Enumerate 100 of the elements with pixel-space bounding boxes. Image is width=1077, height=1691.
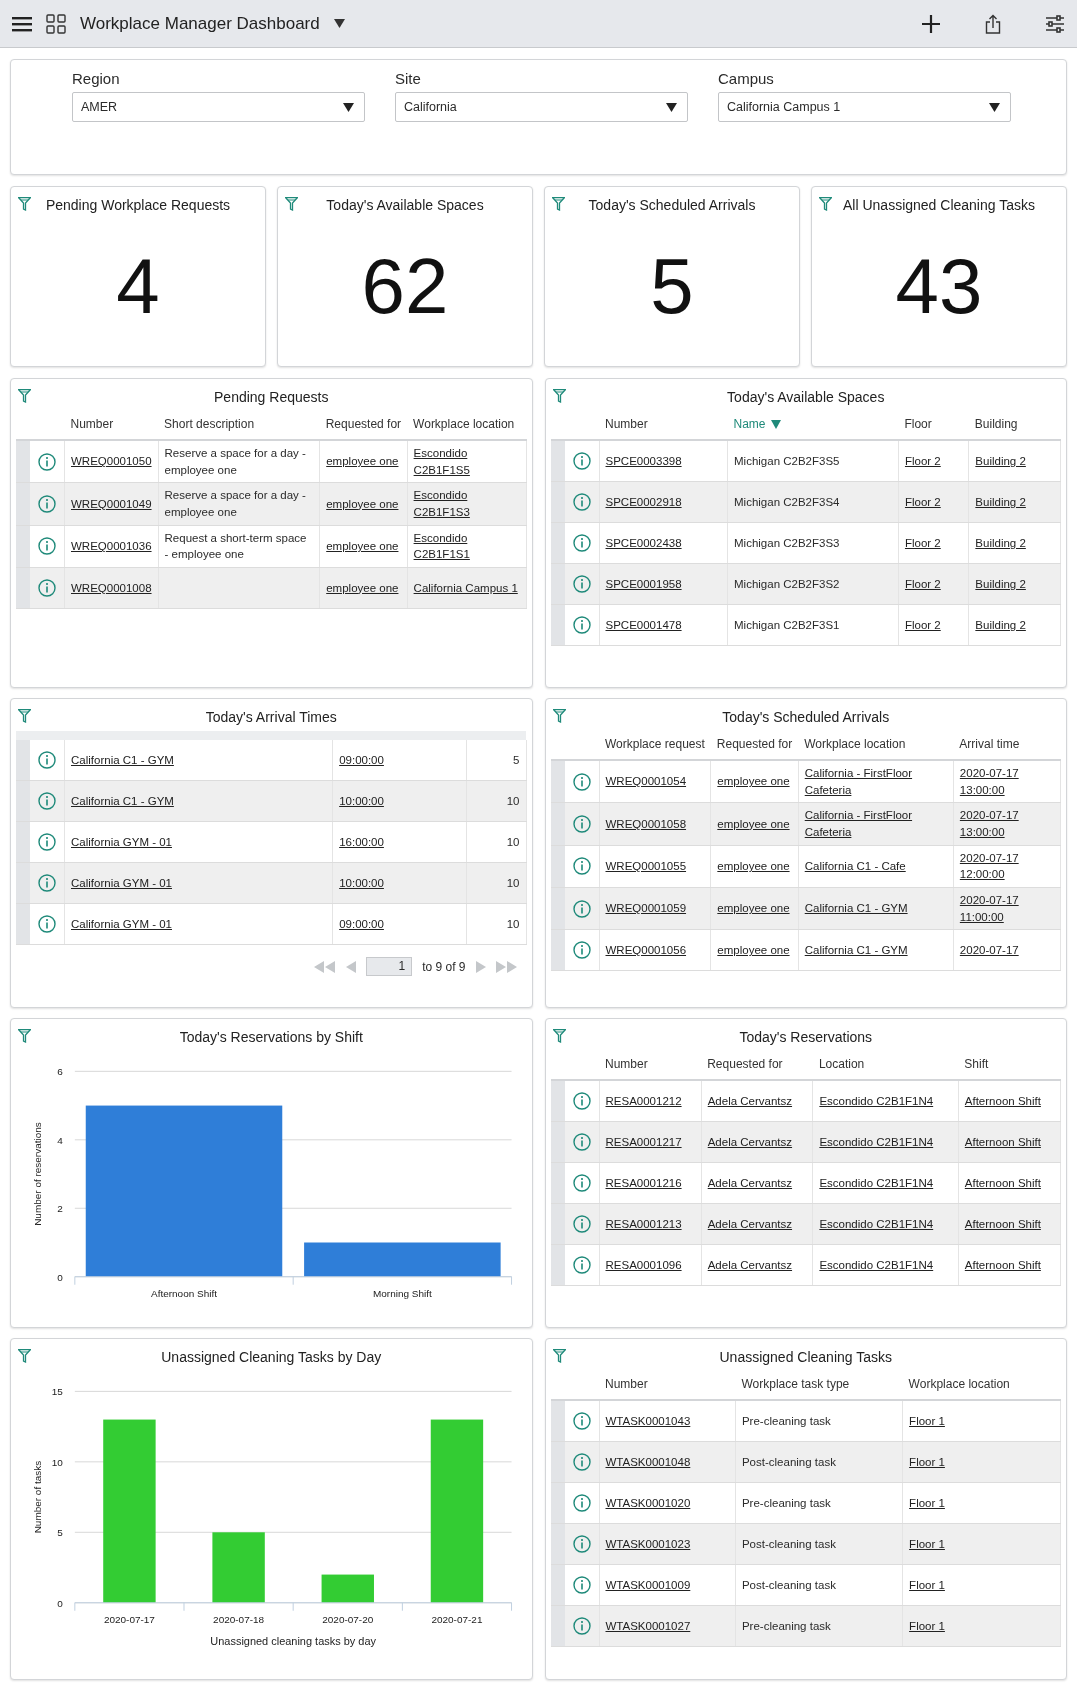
- bar[interactable]: [304, 1242, 501, 1277]
- table-link[interactable]: RESA0001216: [605, 1174, 682, 1192]
- filter-icon[interactable]: [552, 1029, 566, 1043]
- table-row[interactable]: California GYM - 01 09:00:00 10: [16, 903, 526, 945]
- filter-icon[interactable]: [18, 1349, 31, 1363]
- page-field[interactable]: 1: [366, 957, 413, 976]
- table-row[interactable]: WTASK0001009 Post-cleaning task Floor 1: [550, 1564, 1061, 1606]
- table-row[interactable]: SPCE0002438 Michigan C2B2F3S3 Floor 2 Building 2: [550, 522, 1061, 564]
- table-link[interactable]: Escondido C2B1F1N4: [819, 1092, 934, 1110]
- column-header[interactable]: Number: [605, 1377, 648, 1391]
- table-row[interactable]: WREQ0001050 Reserve a space for a day - employee one employee one Escondido C2B1F1S5: [16, 440, 526, 483]
- grid-icon[interactable]: [46, 13, 66, 34]
- table-link[interactable]: WREQ0001036: [71, 538, 152, 555]
- table-link[interactable]: Adela Cervantsz: [707, 1092, 793, 1110]
- dropdown-field[interactable]: California Campus 1: [718, 92, 1011, 122]
- table-link[interactable]: Afternoon Shift: [964, 1174, 1041, 1192]
- kpi-card[interactable]: Pending Workplace Requests 4: [10, 186, 266, 367]
- table-link[interactable]: Floor 1: [909, 1412, 945, 1430]
- column-header[interactable]: Number: [70, 417, 114, 431]
- menu-icon[interactable]: [12, 15, 32, 32]
- table-link[interactable]: WTASK0001020: [605, 1494, 691, 1512]
- filter-icon[interactable]: [18, 197, 31, 211]
- filter-icon[interactable]: [552, 389, 566, 403]
- table-link[interactable]: Afternoon Shift: [964, 1256, 1041, 1274]
- column-header[interactable]: Location: [818, 1057, 865, 1071]
- table-row[interactable]: California C1 - GYM 09:00:00 5: [16, 740, 526, 781]
- column-header[interactable]: Workplace request: [605, 737, 705, 751]
- filter-icon[interactable]: [552, 1349, 566, 1363]
- table-row[interactable]: WREQ0001008 employee one California Campus 1: [16, 567, 526, 609]
- table-link[interactable]: California - FirstFloor Cafeteria: [804, 765, 947, 799]
- column-header[interactable]: Requested for: [325, 417, 402, 431]
- bar[interactable]: [85, 1105, 283, 1277]
- info-icon[interactable]: [572, 1215, 591, 1233]
- table-link[interactable]: WREQ0001050: [71, 453, 152, 470]
- table-row[interactable]: California GYM - 01 16:00:00 10: [16, 821, 526, 863]
- info-icon[interactable]: [38, 915, 56, 933]
- table-link[interactable]: Floor 1: [909, 1617, 945, 1635]
- table-row[interactable]: SPCE0001478 Michigan C2B2F3S1 Floor 2 Building 2: [550, 604, 1061, 646]
- table-link[interactable]: California GYM - 01: [71, 833, 172, 851]
- table-link[interactable]: California C1 - Cafe: [804, 858, 906, 875]
- info-icon[interactable]: [572, 452, 591, 470]
- table-link[interactable]: SPCE0001478: [605, 616, 682, 634]
- info-icon[interactable]: [572, 616, 591, 634]
- info-icon[interactable]: [38, 792, 56, 810]
- table-row[interactable]: WREQ0001056 employee one California C1 - GYM 2020-07-17: [550, 929, 1061, 971]
- column-header[interactable]: Workplace location: [908, 1377, 1010, 1391]
- table-link[interactable]: Building 2: [975, 616, 1026, 634]
- table-link[interactable]: California C1 - GYM: [804, 942, 908, 959]
- table-link[interactable]: 2020-07-17 12:00:00: [959, 849, 1054, 884]
- table-link[interactable]: California C1 - GYM: [71, 792, 174, 810]
- info-icon[interactable]: [38, 751, 56, 769]
- table-row[interactable]: WTASK0001020 Pre-cleaning task Floor 1: [550, 1482, 1061, 1524]
- kpi-card[interactable]: Today's Available Spaces 62: [277, 186, 533, 367]
- table-link[interactable]: 09:00:00: [339, 915, 384, 933]
- table-row[interactable]: RESA0001217 Adela Cervantsz Escondido C2B1F1N4 Afternoon Shift: [550, 1121, 1061, 1163]
- table-row[interactable]: WTASK0001023 Post-cleaning task Floor 1: [550, 1523, 1061, 1565]
- column-header[interactable]: Number: [605, 1057, 648, 1071]
- table-row[interactable]: SPCE0003398 Michigan C2B2F3S5 Floor 2 Building 2: [550, 440, 1061, 482]
- info-icon[interactable]: [572, 1174, 591, 1192]
- table-row[interactable]: WTASK0001027 Pre-cleaning task Floor 1: [550, 1605, 1061, 1647]
- info-icon[interactable]: [572, 1576, 591, 1594]
- column-header[interactable]: Short description: [164, 417, 255, 431]
- table-link[interactable]: SPCE0003398: [605, 452, 682, 470]
- info-icon[interactable]: [572, 1494, 591, 1512]
- table-link[interactable]: employee one: [717, 858, 790, 875]
- sliders-icon[interactable]: [1045, 13, 1065, 34]
- table-link[interactable]: WTASK0001009: [605, 1576, 691, 1594]
- table-row[interactable]: WREQ0001054 employee one California - FirstFloor Cafeteria 2020-07-17 13:00:00: [550, 760, 1061, 803]
- share-icon[interactable]: [985, 13, 1001, 34]
- table-link[interactable]: WREQ0001056: [605, 942, 687, 959]
- table-link[interactable]: 09:00:00: [339, 751, 384, 769]
- info-icon[interactable]: [572, 493, 591, 511]
- table-link[interactable]: WREQ0001054: [605, 773, 687, 790]
- column-header[interactable]: Shift: [964, 1057, 989, 1071]
- table-link[interactable]: SPCE0002438: [605, 534, 682, 552]
- filter-icon[interactable]: [819, 197, 832, 211]
- table-link[interactable]: RESA0001212: [605, 1092, 682, 1110]
- info-icon[interactable]: [38, 495, 56, 513]
- info-icon[interactable]: [572, 575, 591, 593]
- table-link[interactable]: employee one: [717, 773, 790, 790]
- table-link[interactable]: Floor 1: [909, 1453, 945, 1471]
- info-icon[interactable]: [572, 899, 591, 918]
- table-row[interactable]: RESA0001213 Adela Cervantsz Escondido C2B1F1N4 Afternoon Shift: [550, 1203, 1061, 1245]
- table-link[interactable]: Adela Cervantsz: [707, 1174, 793, 1192]
- table-link[interactable]: 10:00:00: [339, 792, 384, 810]
- table-link[interactable]: Floor 1: [909, 1535, 945, 1553]
- column-header[interactable]: Number: [605, 417, 648, 431]
- table-row[interactable]: SPCE0002918 Michigan C2B2F3S4 Floor 2 Building 2: [550, 481, 1061, 523]
- info-icon[interactable]: [572, 1412, 591, 1430]
- info-icon[interactable]: [572, 941, 591, 960]
- plus-icon[interactable]: [921, 13, 941, 34]
- table-row[interactable]: WTASK0001048 Post-cleaning task Floor 1: [550, 1441, 1061, 1483]
- table-link[interactable]: Floor 2: [904, 534, 941, 552]
- table-row[interactable]: WREQ0001049 Reserve a space for a day - employee one employee one Escondido C2B1F1S3: [16, 482, 526, 526]
- table-link[interactable]: Escondido C2B1F1S1: [413, 529, 520, 564]
- table-link[interactable]: WREQ0001055: [605, 858, 687, 875]
- table-link[interactable]: Afternoon Shift: [964, 1092, 1041, 1110]
- table-link[interactable]: 2020-07-17: [959, 942, 1019, 959]
- table-row[interactable]: WREQ0001059 employee one California C1 - GYM 2020-07-17 11:00:00: [550, 887, 1061, 930]
- table-row[interactable]: RESA0001216 Adela Cervantsz Escondido C2B1F1N4 Afternoon Shift: [550, 1162, 1061, 1204]
